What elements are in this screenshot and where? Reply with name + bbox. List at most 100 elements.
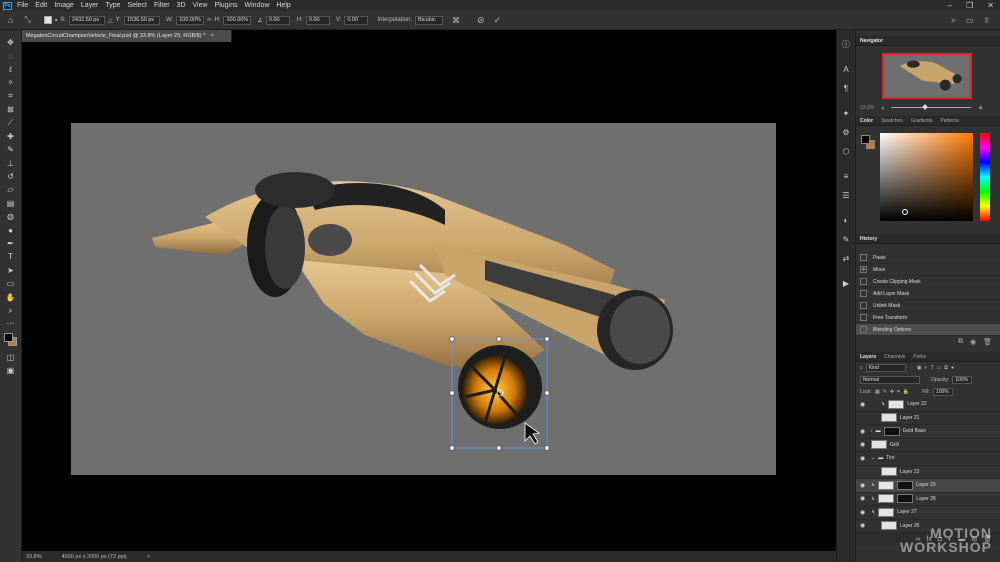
new-document-from-state-icon[interactable]: ⧉	[958, 338, 963, 346]
cancel-transform-icon[interactable]: ⊘	[477, 15, 485, 26]
tab-swatches[interactable]: Swatches	[881, 118, 903, 124]
snapshot-camera-icon[interactable]: ◉	[970, 338, 976, 346]
color-panel-swatches[interactable]	[861, 135, 875, 149]
visibility-eye-icon[interactable]: ◉	[860, 495, 868, 502]
vskew-input[interactable]: 0.00	[344, 15, 369, 25]
navigator-preview[interactable]	[882, 53, 972, 99]
lock-pixels-icon[interactable]: ✎	[883, 389, 887, 395]
character-icon[interactable]: A	[843, 63, 848, 77]
menu-3d[interactable]: 3D	[177, 2, 186, 9]
visibility-eye-icon[interactable]: ◉	[860, 401, 868, 408]
filter-shape-icon[interactable]: ▭	[937, 365, 942, 371]
status-arrow[interactable]: >	[147, 554, 150, 560]
menu-help[interactable]: Help	[276, 2, 290, 9]
history-item[interactable]: ✥ Move	[856, 264, 1000, 276]
layer-row-selected[interactable]: ◉ ↳ Layer 29	[856, 479, 1000, 493]
search-icon[interactable]: ⌕	[951, 16, 955, 26]
reference-point-checkbox[interactable]	[43, 16, 52, 24]
share-icon[interactable]: ⇪	[983, 16, 990, 25]
layer-name[interactable]: Layer 21	[900, 415, 919, 421]
brushes-icon[interactable]: ✎	[843, 233, 850, 247]
blend-mode-select[interactable]: Normal	[860, 376, 920, 384]
layer-row[interactable]: ◉ ↳ Layer 22	[856, 398, 1000, 412]
lock-position-icon[interactable]: ✥	[890, 389, 894, 395]
layer-name[interactable]: Layer 23	[900, 469, 919, 475]
type-tool-icon[interactable]: T	[4, 250, 17, 263]
layer-name[interactable]: Layer 22	[907, 401, 926, 407]
opacity-input[interactable]: 100%	[952, 376, 973, 384]
menu-file[interactable]: File	[17, 2, 28, 9]
path-selection-icon[interactable]: ➤	[4, 264, 17, 277]
lock-all-icon[interactable]: 🔒	[903, 389, 909, 395]
menu-filter[interactable]: Filter	[154, 2, 170, 9]
blur-tool-icon[interactable]: ◍	[4, 210, 17, 223]
filter-type-icon[interactable]: T	[931, 365, 934, 371]
gradient-tool-icon[interactable]: ▤	[4, 197, 17, 210]
history-item-selected[interactable]: Blending Options	[856, 324, 1000, 336]
filter-smart-object-icon[interactable]: ⧉	[944, 365, 948, 371]
hand-tool-icon[interactable]: ✋	[4, 290, 17, 303]
layer-row[interactable]: Layer 23	[856, 466, 1000, 479]
3d-icon[interactable]: ⬡	[843, 145, 850, 159]
filter-pixel-icon[interactable]: ▣	[917, 365, 922, 371]
menu-view[interactable]: View	[193, 2, 208, 9]
delete-state-icon[interactable]: 🗑	[983, 338, 992, 346]
history-item[interactable]: Unlink Mask	[856, 300, 1000, 312]
tab-channels[interactable]: Channels	[884, 354, 905, 360]
shape-tool-icon[interactable]: ▭	[4, 277, 17, 290]
navigator-zoom-value[interactable]: 33.8%	[860, 105, 874, 111]
menu-window[interactable]: Window	[245, 2, 270, 9]
eyedropper-icon[interactable]: ⟋	[4, 116, 17, 129]
actions-icon[interactable]: ▶	[843, 277, 849, 291]
visibility-eye-icon[interactable]: ◉	[860, 428, 868, 435]
zoom-tool-icon[interactable]: ⌕	[4, 304, 17, 317]
tab-gradients[interactable]: Gradients	[911, 118, 933, 124]
document-tab[interactable]: MegatonCircuitChampionVehicle_Final.psd …	[22, 30, 232, 42]
menu-type[interactable]: Type	[105, 2, 120, 9]
brush-tool-icon[interactable]: ✎	[4, 143, 17, 156]
lock-transparent-icon[interactable]: ▦	[875, 389, 880, 395]
visibility-eye-icon[interactable]: ◉	[860, 482, 868, 489]
glyphs-icon[interactable]: ✦	[843, 107, 850, 121]
lasso-tool-icon[interactable]: ℓ	[4, 63, 17, 76]
crop-tool-icon[interactable]: ⌗	[4, 90, 17, 103]
color-swatches[interactable]	[3, 332, 18, 347]
commit-transform-icon[interactable]: ✓	[494, 15, 502, 26]
move-tool-icon[interactable]: ✥	[4, 36, 17, 49]
filter-toggle-icon[interactable]: ●	[951, 365, 954, 371]
menu-select[interactable]: Select	[128, 2, 147, 9]
more-tools-icon[interactable]: ⋯	[4, 317, 17, 330]
zoom-in-icon[interactable]: ▲	[977, 104, 984, 111]
lock-artboard-icon[interactable]: ⌗	[897, 389, 900, 395]
width-input[interactable]: 100.00%	[176, 15, 205, 25]
home-icon[interactable]: ⌂	[8, 15, 13, 25]
screen-mode-icon[interactable]: ▣	[4, 364, 17, 377]
move-tool-icon[interactable]: ⤡	[24, 15, 30, 25]
history-item[interactable]: Create Clipping Mask	[856, 276, 1000, 288]
history-item[interactable]: Add Layer Mask	[856, 288, 1000, 300]
height-input[interactable]: 100.00%	[223, 15, 252, 25]
tab-patterns[interactable]: Patterns	[940, 118, 959, 124]
layer-filter-select[interactable]: Kind	[865, 364, 906, 372]
eraser-icon[interactable]: ▱	[4, 183, 17, 196]
x-input[interactable]: 2432.50 px	[69, 15, 105, 25]
workspace-icon[interactable]: ▭	[966, 16, 974, 25]
hskew-input[interactable]: 0.00	[305, 15, 330, 25]
layer-row[interactable]: Layer 21	[856, 412, 1000, 425]
info-icon[interactable]: ⓘ	[842, 38, 850, 52]
layer-name[interactable]: Grill	[890, 442, 899, 448]
color-panel-foreground-swatch[interactable]	[861, 135, 870, 144]
history-item[interactable]: Free Transform	[856, 312, 1000, 324]
menu-plugins[interactable]: Plugins	[215, 2, 238, 9]
pen-tool-icon[interactable]: ✒	[4, 237, 17, 250]
layer-group-row[interactable]: ◉ ⌄ ▬ Tire	[856, 452, 1000, 466]
angle-input[interactable]: 0.00	[265, 15, 290, 25]
layer-row[interactable]: ◉ ↳ Layer 28	[856, 493, 1000, 506]
tab-history[interactable]: History	[860, 236, 877, 242]
adjustments-icon[interactable]: ≡	[844, 170, 849, 184]
relative-position-icon[interactable]: △	[108, 17, 113, 24]
tool-presets-icon[interactable]: ⇄	[843, 252, 850, 266]
menu-image[interactable]: Image	[54, 2, 73, 9]
layer-name[interactable]: Layer 28	[916, 496, 935, 502]
history-item[interactable]: Paste	[856, 252, 1000, 264]
